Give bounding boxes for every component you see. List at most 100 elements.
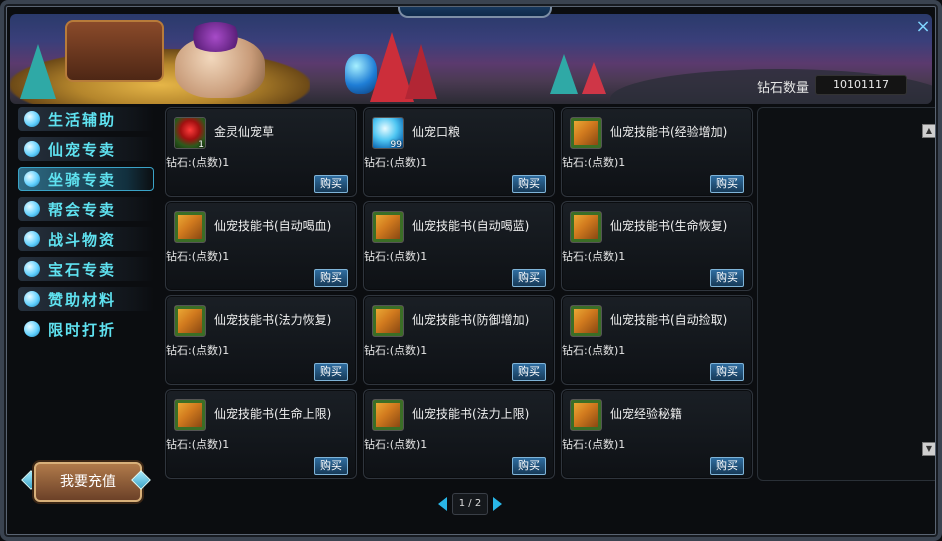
prev-page-button[interactable] xyxy=(438,497,447,511)
title-plate xyxy=(398,0,552,18)
item-price: 钻石:(点数)1 xyxy=(562,438,626,451)
sidebar-item-label: 赞助材料 xyxy=(48,291,117,309)
item-name: 仙宠技能书(自动捡取) xyxy=(610,313,728,327)
buy-button[interactable]: 购买 xyxy=(710,363,744,381)
skill-book-icon xyxy=(570,117,602,149)
skill-book-icon xyxy=(174,399,206,431)
item-name: 仙宠技能书(生命恢复) xyxy=(610,219,728,233)
page-indicator: 1 / 2 xyxy=(452,493,488,515)
item-card[interactable]: 仙宠技能书(自动捡取) 钻石:(点数)1 购买 xyxy=(561,295,753,385)
item-card[interactable]: 仙宠技能书(防御增加) 钻石:(点数)1 购买 xyxy=(363,295,555,385)
recharge-area: 我要充值 xyxy=(21,458,151,502)
buy-button[interactable]: 购买 xyxy=(710,457,744,475)
flower-illustration xyxy=(188,22,243,52)
item-name: 仙宠技能书(自动喝血) xyxy=(214,219,332,233)
sidebar-item-label: 战斗物资 xyxy=(48,231,117,249)
buy-button[interactable]: 购买 xyxy=(512,363,546,381)
sidebar-item-label: 生活辅助 xyxy=(48,111,117,129)
item-name: 金灵仙宠草 xyxy=(214,125,275,139)
item-price: 钻石:(点数)1 xyxy=(562,344,626,357)
sidebar-item[interactable]: 生活辅助 xyxy=(18,107,154,131)
item-card[interactable]: 仙宠技能书(自动喝蓝) 钻石:(点数)1 购买 xyxy=(363,201,555,291)
category-sidebar: 生活辅助仙宠专卖坐骑专卖帮会专卖战斗物资宝石专卖赞助材料限时打折 xyxy=(18,107,154,347)
skill-book-icon xyxy=(174,305,206,337)
diamond-count-label: 钻石数量 xyxy=(757,81,810,96)
item-name: 仙宠技能书(生命上限) xyxy=(214,407,332,421)
item-name: 仙宠技能书(法力恢复) xyxy=(214,313,332,327)
sidebar-item[interactable]: 坐骑专卖 xyxy=(18,167,154,191)
pet-food-icon: 99 xyxy=(372,117,404,150)
sidebar-item-label: 限时打折 xyxy=(48,321,117,339)
sidebar-item[interactable]: 限时打折 xyxy=(18,317,154,341)
buy-button[interactable]: 购买 xyxy=(314,175,348,193)
sidebar-item-label: 仙宠专卖 xyxy=(48,141,117,159)
item-card[interactable]: 仙宠经验秘籍钻石:(点数)1 购买 xyxy=(561,389,753,479)
buy-button[interactable]: 购买 xyxy=(512,269,546,287)
sidebar-item[interactable]: 赞助材料 xyxy=(18,287,154,311)
flag-icon xyxy=(24,201,40,217)
item-price: 钻石:(点数)1 xyxy=(364,438,428,451)
scroll-up-button[interactable]: ▲ xyxy=(922,124,936,138)
next-page-button[interactable] xyxy=(493,497,502,511)
item-card[interactable]: 99 仙宠口粮钻石:(点数)1 购买 xyxy=(363,107,555,197)
item-price: 钻石:(点数)1 xyxy=(166,250,230,263)
horse-icon xyxy=(24,171,40,187)
skill-book-icon xyxy=(570,305,602,337)
item-grid: 1 金灵仙宠草 钻石:(点数)1 购买 99 仙宠口粮 钻石:(点数)1 购买 仙宠技能书(经验… xyxy=(165,107,755,479)
item-name: 仙宠技能书(自动喝蓝) xyxy=(412,219,530,233)
herb-icon: 1 xyxy=(174,117,206,150)
cube-icon xyxy=(24,231,40,247)
item-name: 仙宠技能书(经验增加) xyxy=(610,125,728,139)
gem-icon xyxy=(24,261,40,277)
item-card[interactable]: 仙宠技能书(法力上限) 钻石:(点数)1 购买 xyxy=(363,389,555,479)
scroll-down-button[interactable]: ▼ xyxy=(922,442,936,456)
item-name: 仙宠技能书(防御增加) xyxy=(412,313,530,327)
sidebar-item[interactable]: 帮会专卖 xyxy=(18,197,154,221)
buy-button[interactable]: 购买 xyxy=(710,175,744,193)
item-name: 仙宠技能书(法力上限) xyxy=(412,407,530,421)
sidebar-item-label: 帮会专卖 xyxy=(48,201,117,219)
item-price: 钻石:(点数)1 xyxy=(364,250,428,263)
diamond-count-value: 10101117 xyxy=(815,75,907,95)
sidebar-item-label: 坐骑专卖 xyxy=(48,171,117,189)
crystal-illustration xyxy=(550,54,578,94)
item-price: 钻石:(点数)1 xyxy=(562,250,626,263)
item-card[interactable]: 仙宠技能书(法力恢复) 钻石:(点数)1 购买 xyxy=(165,295,357,385)
buy-button[interactable]: 购买 xyxy=(314,457,348,475)
item-price: 钻石:(点数)1 xyxy=(364,344,428,357)
item-card[interactable]: 仙宠技能书(生命上限) 钻石:(点数)1 购买 xyxy=(165,389,357,479)
treasure-chest-illustration xyxy=(65,20,164,82)
item-price: 钻石:(点数)1 xyxy=(166,344,230,357)
skill-book-icon xyxy=(372,305,404,337)
person-icon xyxy=(24,291,40,307)
buy-button[interactable]: 购买 xyxy=(512,457,546,475)
buy-button[interactable]: 购买 xyxy=(314,269,348,287)
paw-icon xyxy=(24,141,40,157)
crystal-illustration xyxy=(582,62,606,94)
red-crystal-illustration xyxy=(405,44,437,99)
swirl-icon xyxy=(24,111,40,127)
buy-button[interactable]: 购买 xyxy=(512,175,546,193)
item-name: 仙宠经验秘籍 xyxy=(610,407,683,421)
item-name: 仙宠口粮 xyxy=(412,125,461,139)
detail-panel: ▲ ▼ xyxy=(757,107,941,481)
item-stack-count: 1 xyxy=(198,140,204,150)
item-card[interactable]: 仙宠技能书(经验增加) 钻石:(点数)1 购买 xyxy=(561,107,753,197)
buy-button[interactable]: 购买 xyxy=(314,363,348,381)
sidebar-item[interactable]: 战斗物资 xyxy=(18,227,154,251)
item-card[interactable]: 仙宠技能书(生命恢复) 钻石:(点数)1 购买 xyxy=(561,201,753,291)
sidebar-item-label: 宝石专卖 xyxy=(48,261,117,279)
pagination: 1 / 2 xyxy=(438,493,502,515)
item-card[interactable]: 仙宠技能书(自动喝血) 钻石:(点数)1 购买 xyxy=(165,201,357,291)
item-price: 钻石:(点数)1 xyxy=(166,438,230,451)
close-icon[interactable]: × xyxy=(914,18,932,36)
sidebar-item[interactable]: 宝石专卖 xyxy=(18,257,154,281)
buy-button[interactable]: 购买 xyxy=(710,269,744,287)
item-price: 钻石:(点数)1 xyxy=(364,156,428,169)
skill-book-icon xyxy=(372,211,404,243)
skill-book-icon xyxy=(570,399,602,431)
shop-window: × 钻石数量 10101117 生活辅助仙宠专卖坐骑专卖帮会专卖战斗物资宝石专卖… xyxy=(0,0,942,541)
sidebar-item[interactable]: 仙宠专卖 xyxy=(18,137,154,161)
item-card[interactable]: 1 金灵仙宠草 钻石:(点数)1 购买 xyxy=(165,107,357,197)
recharge-button[interactable]: 我要充值 xyxy=(34,462,142,502)
